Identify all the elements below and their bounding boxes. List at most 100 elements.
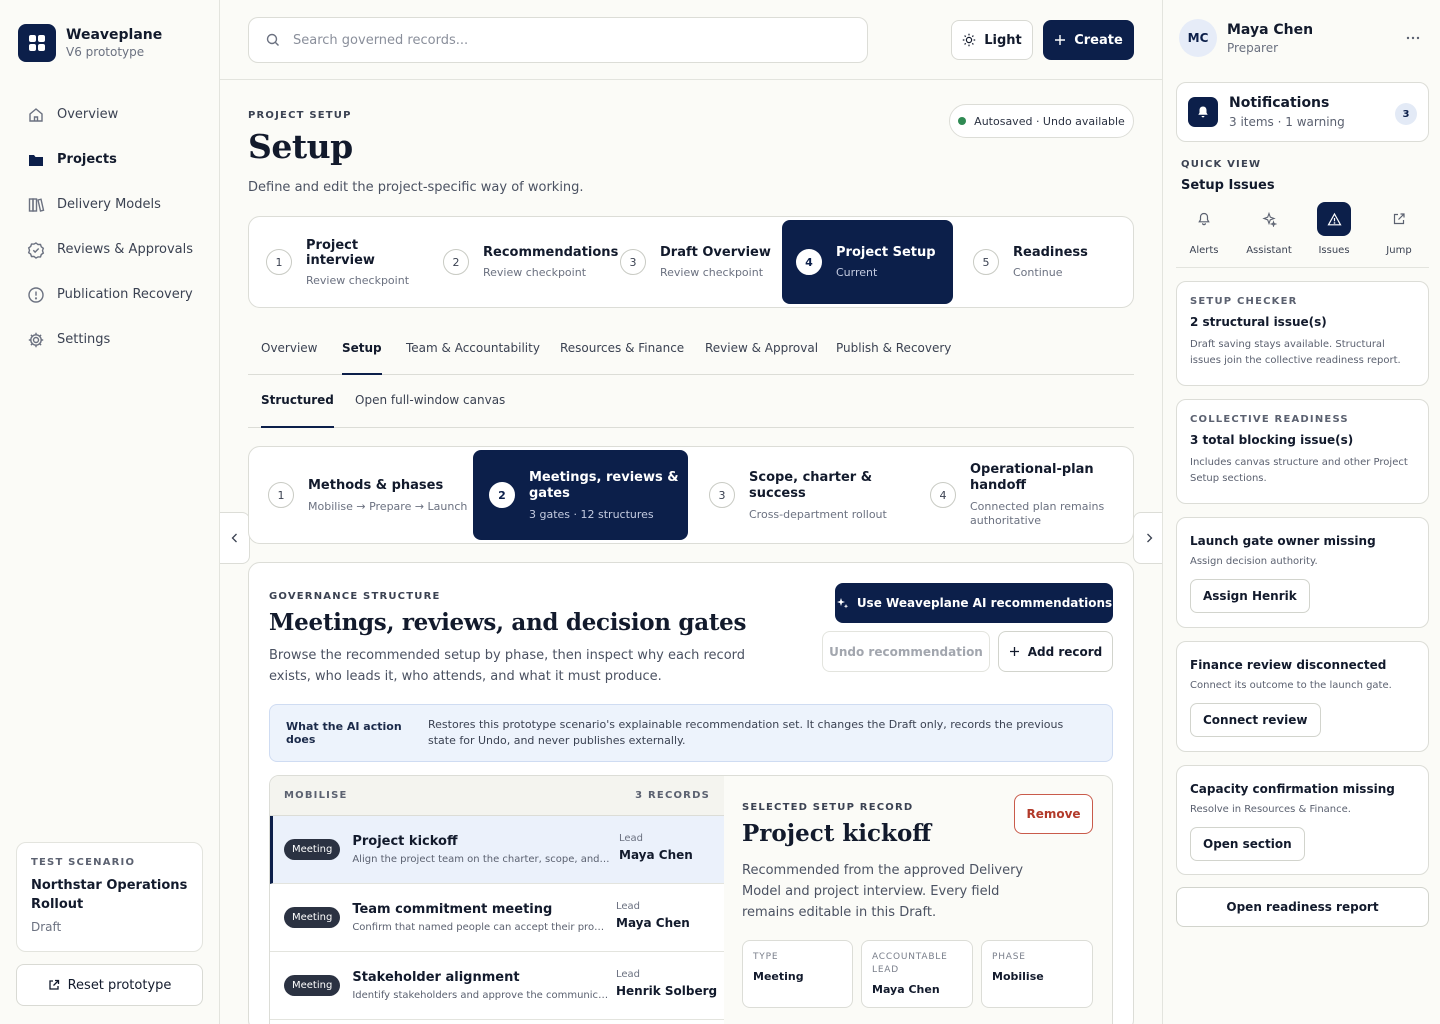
record-lead-name: Maya Chen xyxy=(616,916,690,930)
assign-henrik-button[interactable]: Assign Henrik xyxy=(1190,579,1310,613)
ai-note-label: What the AI action does xyxy=(286,720,402,746)
notifications-card[interactable]: Notifications 3 items · 1 warning 3 xyxy=(1176,82,1429,142)
record-row-project-kickoff[interactable]: Meeting Project kickoff Align the project… xyxy=(270,816,724,884)
setup-substepper: 1 Methods & phases Mobilise → Prepare → L… xyxy=(248,446,1134,544)
avatar: MC xyxy=(1179,19,1217,57)
step-draft-overview[interactable]: 3 Draft Overview Review checkpoint xyxy=(606,220,778,304)
theme-toggle-label: Light xyxy=(984,32,1022,48)
field-phase[interactable]: PHASE Mobilise xyxy=(981,940,1093,1008)
project-stepper: 1 Project interview Review checkpoint 2 R… xyxy=(248,216,1134,308)
add-record-label: Add record xyxy=(1027,644,1103,659)
issue-text: Resolve in Resources & Finance. xyxy=(1190,804,1351,815)
scroll-right-button[interactable] xyxy=(1133,512,1163,564)
step-number: 5 xyxy=(973,249,999,275)
issue-title: Finance review disconnected xyxy=(1190,658,1387,672)
main-content: Light Create PROJECT SETUP Setup Define … xyxy=(220,0,1163,1024)
search-box[interactable] xyxy=(248,17,868,63)
sidebar-item-overview[interactable]: Overview xyxy=(16,92,204,137)
step-readiness[interactable]: 5 Readiness Continue xyxy=(959,220,1131,304)
search-input[interactable] xyxy=(293,32,833,48)
open-readiness-report-button[interactable]: Open readiness report xyxy=(1176,887,1429,927)
record-lead-label: Lead xyxy=(616,969,641,980)
records-list: MOBILISE 3 RECORDS Meeting Project kicko… xyxy=(269,775,725,1024)
substep-scope-charter[interactable]: 3 Scope, charter & success Cross-departme… xyxy=(693,450,911,540)
record-row-team-commitment[interactable]: Meeting Team commitment meeting Confirm t… xyxy=(270,884,724,952)
step-recommendations[interactable]: 2 Recommendations Review checkpoint xyxy=(429,220,618,304)
step-sublabel: Current xyxy=(836,266,878,279)
record-description: Identify stakeholders and approve the co… xyxy=(352,990,611,1001)
step-label: Project interview xyxy=(306,237,375,268)
issue-card-finance-review: Finance review disconnected Connect its … xyxy=(1176,641,1429,752)
tab-setup[interactable]: Setup xyxy=(342,341,382,375)
scroll-left-button[interactable] xyxy=(220,512,250,564)
quickview-assistant[interactable]: Assistant xyxy=(1239,202,1299,256)
record-description: Confirm that named people can accept the… xyxy=(352,922,610,933)
brand[interactable]: Weaveplane V6 prototype xyxy=(18,24,162,62)
tab-review-approval[interactable]: Review & Approval xyxy=(705,341,818,375)
tab-team-accountability[interactable]: Team & Accountability xyxy=(406,341,540,375)
undo-recommendation-button[interactable]: Undo recommendation xyxy=(822,631,990,672)
sidebar-item-settings[interactable]: Settings xyxy=(16,317,204,362)
issue-title: Launch gate owner missing xyxy=(1190,534,1376,548)
tab-overview[interactable]: Overview xyxy=(261,341,318,375)
quickview-eyebrow: QUICK VIEW xyxy=(1181,159,1262,170)
sidebar-item-label: Projects xyxy=(57,152,117,167)
remove-record-button[interactable]: Remove xyxy=(1014,794,1093,834)
sidebar-item-projects[interactable]: Projects xyxy=(16,137,204,182)
sparkle-icon xyxy=(836,597,849,610)
subtab-open-canvas[interactable]: Open full-window canvas xyxy=(355,393,505,428)
record-type-badge: Meeting xyxy=(284,907,341,928)
home-icon xyxy=(27,106,45,124)
step-project-setup[interactable]: 4 Project Setup Current xyxy=(782,220,953,304)
detail-description: Recommended from the approved Delivery M… xyxy=(742,863,1024,920)
records-count: 3 RECORDS xyxy=(635,790,710,801)
sidebar-item-publication-recovery[interactable]: Publication Recovery xyxy=(16,272,204,317)
user-profile[interactable]: MC Maya Chen Preparer xyxy=(1179,18,1429,58)
use-ai-recommendations-button[interactable]: Use Weaveplane AI recommendations xyxy=(835,583,1113,623)
step-sublabel: Review checkpoint xyxy=(483,266,587,279)
card-eyebrow: COLLECTIVE READINESS xyxy=(1190,414,1349,425)
more-options-icon[interactable] xyxy=(1405,30,1421,46)
subtab-structured[interactable]: Structured xyxy=(261,393,334,428)
quickview-label: Alerts xyxy=(1189,245,1219,256)
step-label: Draft Overview xyxy=(660,245,771,260)
sidebar-item-delivery-models[interactable]: Delivery Models xyxy=(16,182,204,227)
step-sublabel: Review checkpoint xyxy=(306,273,410,287)
tab-publish-recovery[interactable]: Publish & Recovery xyxy=(836,341,951,375)
connect-review-button[interactable]: Connect review xyxy=(1190,703,1321,737)
step-sublabel: Mobilise → Prepare → Launch xyxy=(308,499,468,513)
card-eyebrow: SETUP CHECKER xyxy=(1190,296,1298,307)
field-value: Meeting xyxy=(753,970,804,983)
external-link-icon xyxy=(48,979,60,991)
create-button[interactable]: Create xyxy=(1043,20,1134,60)
step-sublabel: Cross-department rollout xyxy=(749,507,887,521)
tab-resources-finance[interactable]: Resources & Finance xyxy=(560,341,684,375)
substep-methods-phases[interactable]: 1 Methods & phases Mobilise → Prepare → L… xyxy=(252,450,470,540)
quickview-issues[interactable]: Issues xyxy=(1304,202,1364,256)
sidebar: Weaveplane V6 prototype Overview Project… xyxy=(0,0,220,1024)
add-record-button[interactable]: Add record xyxy=(998,631,1113,672)
substep-operational-plan[interactable]: 4 Operational-plan handoff Connected plan… xyxy=(914,450,1132,540)
field-accountable-lead[interactable]: ACCOUNTABLE LEAD Maya Chen xyxy=(861,940,973,1008)
substep-meetings-reviews-gates[interactable]: 2 Meetings, reviews & gates 3 gates · 12 … xyxy=(473,450,688,540)
right-panel: MC Maya Chen Preparer Notifications 3 it… xyxy=(1162,0,1440,1024)
sidebar-item-reviews[interactable]: Reviews & Approvals xyxy=(16,227,204,272)
step-label: Meetings, reviews & gates xyxy=(529,469,679,501)
quickview-jump[interactable]: Jump xyxy=(1369,202,1429,256)
alert-circle-icon xyxy=(27,286,45,304)
theme-toggle-button[interactable]: Light xyxy=(951,20,1033,60)
record-row-stakeholder-alignment[interactable]: Meeting Stakeholder alignment Identify st… xyxy=(270,952,724,1020)
step-label: Recommendations xyxy=(483,245,619,260)
app-name: Weaveplane xyxy=(66,27,163,43)
step-label: Project Setup xyxy=(836,245,936,260)
step-number: 1 xyxy=(266,249,292,275)
quickview-alerts[interactable]: Alerts xyxy=(1174,202,1234,256)
quickview-label: Jump xyxy=(1386,245,1412,256)
step-project-interview[interactable]: 1 Project interview Review checkpoint xyxy=(252,220,424,304)
scenario-name: Northstar Operations Rollout xyxy=(31,878,188,912)
reset-prototype-button[interactable]: Reset prototype xyxy=(16,964,203,1006)
field-type[interactable]: TYPE Meeting xyxy=(742,940,853,1008)
open-section-button[interactable]: Open section xyxy=(1190,827,1305,861)
issue-text: Connect its outcome to the launch gate. xyxy=(1190,680,1392,691)
step-label: Readiness xyxy=(1013,245,1088,260)
